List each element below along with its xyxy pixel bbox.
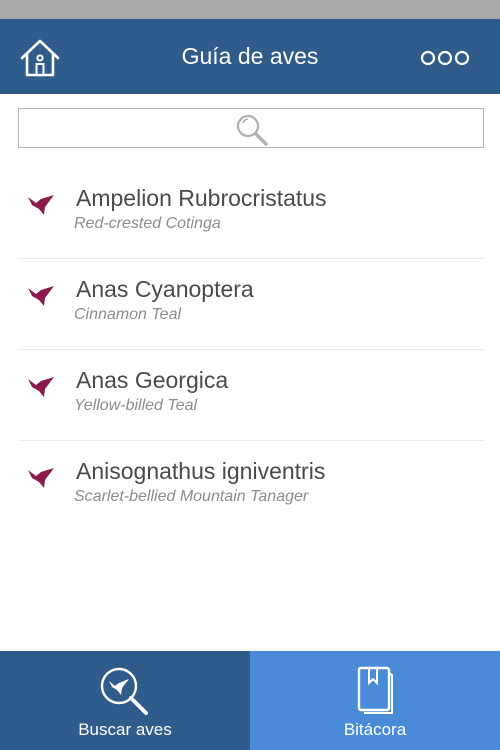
bird-common-name: Yellow-billed Teal: [74, 397, 198, 414]
more-options-button[interactable]: [420, 47, 470, 69]
status-bar: [0, 0, 500, 19]
list-item[interactable]: Anas Cyanoptera Cinnamon Teal: [18, 259, 484, 350]
bird-scientific-name: Ampelion Rubrocristatus: [76, 185, 327, 211]
bird-scientific-name: Anas Cyanoptera: [76, 276, 254, 302]
tab-search-birds[interactable]: Buscar aves: [0, 651, 250, 750]
tab-log-label: Bitácora: [343, 720, 407, 739]
bird-icon: [28, 286, 54, 306]
bird-common-name: Scarlet-bellied Mountain Tanager: [74, 488, 309, 505]
bird-scientific-name: Anas Georgica: [76, 367, 229, 393]
tab-log[interactable]: Bitácora: [250, 651, 500, 750]
bird-scientific-name: Anisognathus igniventris: [76, 458, 326, 484]
tab-search-label: Buscar aves: [78, 720, 172, 739]
search-input[interactable]: [18, 108, 484, 148]
bird-common-name: Red-crested Cotinga: [74, 215, 221, 232]
search-icon: [236, 114, 268, 146]
bird-search-icon: [100, 667, 148, 715]
more-options-icon: [420, 50, 470, 66]
bird-common-name: Cinnamon Teal: [74, 306, 182, 323]
list-item[interactable]: Anisognathus igniventris Scarlet-bellied…: [18, 441, 484, 532]
bird-icon: [28, 195, 54, 215]
book-icon: [357, 666, 393, 714]
bird-list: Ampelion Rubrocristatus Red-crested Coti…: [18, 168, 484, 532]
bottom-tab-bar: Buscar aves Bitácora: [0, 651, 500, 750]
bird-icon: [28, 377, 54, 397]
bird-icon: [28, 468, 54, 488]
app-header: Guía de aves: [0, 19, 500, 94]
list-item[interactable]: Anas Georgica Yellow-billed Teal: [18, 350, 484, 441]
list-item[interactable]: Ampelion Rubrocristatus Red-crested Coti…: [18, 168, 484, 259]
